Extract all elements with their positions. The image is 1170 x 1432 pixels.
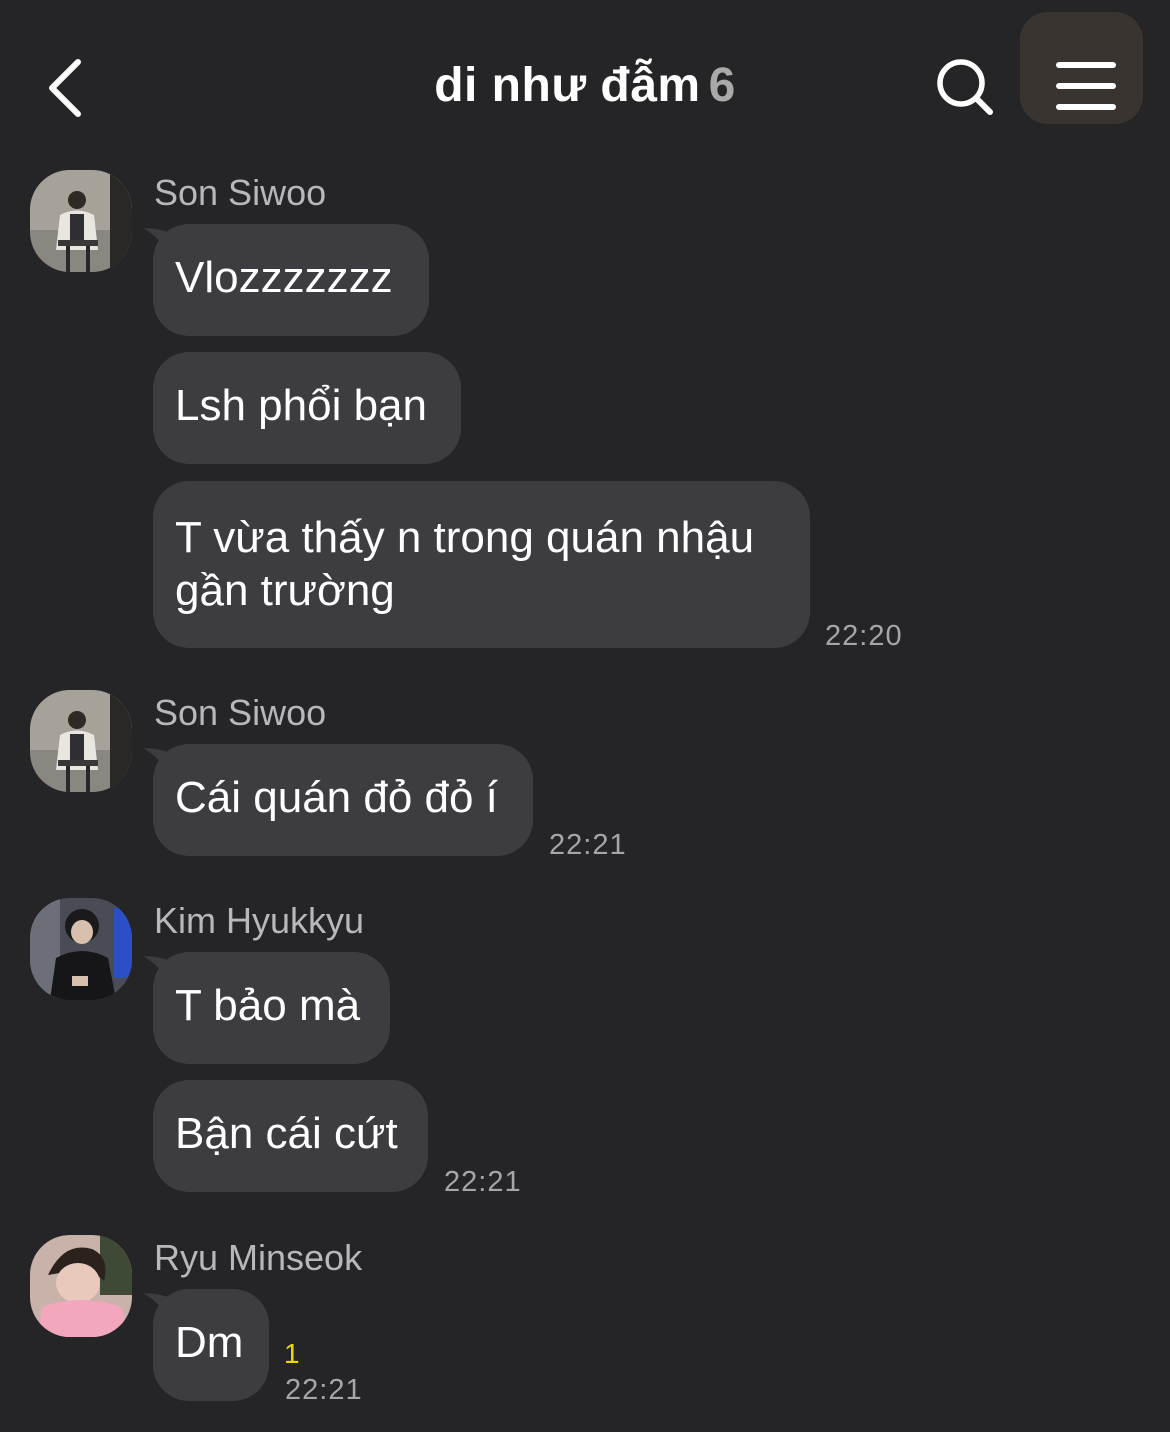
avatar-image: [30, 690, 132, 792]
avatar[interactable]: [30, 690, 132, 792]
avatar-image: [30, 898, 132, 1000]
chat-room-name: di như đẫm: [434, 59, 701, 112]
message-bubble[interactable]: T bảo mà: [153, 952, 390, 1064]
avatar[interactable]: [30, 1235, 132, 1337]
message-timestamp: 22:21: [444, 1166, 522, 1198]
message-bubble[interactable]: Vlozzzzzzz: [153, 224, 429, 336]
chat-header: di như đẫm 6: [0, 0, 1170, 150]
message-timestamp: 22:21: [285, 1374, 363, 1406]
message-bubble[interactable]: Dm: [153, 1289, 269, 1401]
message-bubble[interactable]: Bận cái cứt: [153, 1080, 428, 1192]
message-timestamp: 22:21: [549, 829, 627, 861]
message-bubble[interactable]: Lsh phổi bạn: [153, 352, 461, 464]
search-button[interactable]: [930, 52, 1000, 122]
member-count: 6: [708, 59, 736, 112]
menu-button[interactable]: [1020, 12, 1143, 124]
avatar-image: [30, 1235, 132, 1337]
avatar-image: [30, 170, 132, 272]
search-icon: [937, 59, 993, 115]
unread-count: 1: [284, 1338, 300, 1369]
avatar[interactable]: [30, 898, 132, 1000]
message-timestamp: 22:20: [825, 620, 903, 652]
message-bubble[interactable]: Cái quán đỏ đỏ í: [153, 744, 533, 856]
message-bubble[interactable]: T vừa thấy n trong quán nhậu gần trường: [153, 481, 810, 648]
sender-name: Son Siwoo: [154, 172, 327, 213]
sender-name: Son Siwoo: [154, 692, 327, 733]
sender-name: Ryu Minseok: [154, 1237, 363, 1278]
sender-name: Kim Hyukkyu: [154, 900, 365, 941]
avatar[interactable]: [30, 170, 132, 272]
